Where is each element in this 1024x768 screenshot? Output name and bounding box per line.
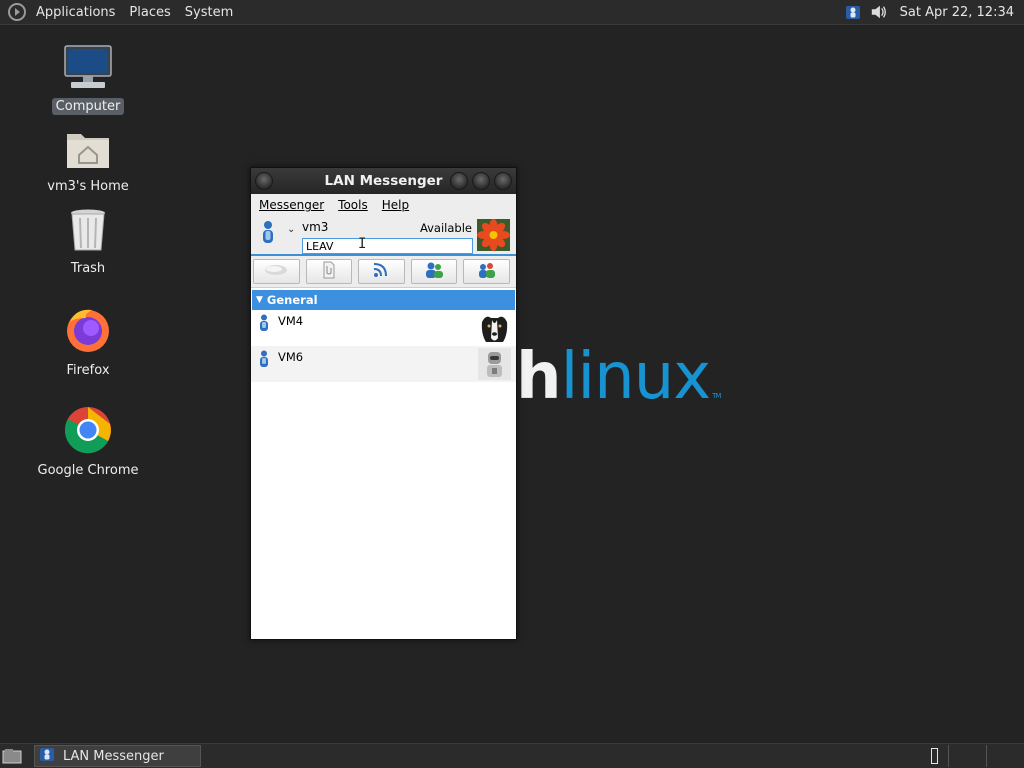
bottom-panel: LAN Messenger <box>0 743 1024 768</box>
close-button[interactable] <box>494 172 512 190</box>
chat-icon <box>264 263 288 281</box>
desktop-icon-computer[interactable]: Computer <box>28 44 148 115</box>
lan-messenger-icon <box>39 746 55 766</box>
toolbar-contacts-button[interactable] <box>463 259 510 284</box>
desktop-icon-home[interactable]: vm3's Home <box>28 128 148 195</box>
wallpaper-logo-part1: h <box>516 340 562 414</box>
menu-places[interactable]: Places <box>122 0 177 25</box>
contact-item-vm6[interactable]: VM6 <box>251 346 516 382</box>
applications-logo-icon[interactable] <box>7 2 27 22</box>
menu-messenger[interactable]: Messenger <box>255 198 328 212</box>
menu-help[interactable]: Help <box>378 198 413 212</box>
window-titlebar[interactable]: LAN Messenger <box>251 168 516 194</box>
chrome-icon <box>64 406 112 458</box>
home-folder-icon <box>65 128 111 174</box>
profile-panel: ⌄ vm3 Available I <box>251 216 516 256</box>
wallpaper-logo-tm: TM <box>712 392 721 400</box>
toolbar-file-button[interactable] <box>305 259 353 284</box>
menu-system[interactable]: System <box>178 0 240 25</box>
show-desktop-icon[interactable] <box>0 744 24 768</box>
user-name: vm3 <box>302 220 329 234</box>
desktop-icon-trash[interactable]: Trash <box>28 208 148 277</box>
wallpaper-logo-part2: linux <box>560 340 712 414</box>
robot-avatar-icon <box>478 348 511 380</box>
desktop-icon-label: Trash <box>70 261 106 276</box>
desktop-icon-chrome[interactable]: Google Chrome <box>28 406 148 479</box>
add-contact-icon <box>423 261 445 283</box>
desktop-icon-label: Firefox <box>66 363 110 378</box>
status-note-input[interactable] <box>302 238 473 254</box>
lan-messenger-window: LAN Messenger Messenger Tools Help ⌄ vm3… <box>250 167 517 640</box>
contact-status-icon <box>259 350 269 371</box>
top-panel: Applications Places System Sat Apr 22, 1… <box>0 0 1024 25</box>
trash-icon <box>68 208 108 256</box>
user-avatar-flower-icon[interactable] <box>477 219 510 251</box>
contacts-icon <box>477 261 497 283</box>
toolbar <box>251 256 516 288</box>
workspace-switcher-2[interactable] <box>986 745 1024 767</box>
ibeam-cursor-icon: I <box>358 236 367 252</box>
status-person-icon[interactable] <box>261 220 275 248</box>
workspace-indicator[interactable] <box>931 748 938 764</box>
contact-item-vm4[interactable]: VM4 <box>251 310 516 346</box>
taskbar-task-label: LAN Messenger <box>63 748 164 764</box>
volume-icon[interactable] <box>870 3 888 21</box>
desktop-icon-firefox[interactable]: Firefox <box>28 306 148 379</box>
menu-applications[interactable]: Applications <box>29 0 122 25</box>
toolbar-add-contact-button[interactable] <box>410 259 458 284</box>
desktop-icon-label: Google Chrome <box>37 463 139 478</box>
workspace-switcher-1[interactable] <box>948 745 986 767</box>
wallpaper-logo: h linux TM <box>516 340 721 420</box>
network-person-icon[interactable] <box>844 3 862 21</box>
group-header-general[interactable]: ▼ General <box>252 290 515 310</box>
group-label: General <box>266 293 318 307</box>
broadcast-icon <box>372 262 390 282</box>
taskbar-lan-messenger[interactable]: LAN Messenger <box>34 745 201 767</box>
status-dropdown-icon[interactable]: ⌄ <box>287 224 295 235</box>
desktop-icon-label: Computer <box>51 98 125 115</box>
dog-avatar-icon <box>478 312 511 344</box>
expand-triangle-icon: ▼ <box>256 295 263 305</box>
maximize-button[interactable] <box>472 172 490 190</box>
menu-tools[interactable]: Tools <box>334 198 372 212</box>
desktop-icon-label: vm3's Home <box>47 179 129 194</box>
firefox-icon <box>64 306 112 358</box>
user-status[interactable]: Available <box>420 221 472 235</box>
toolbar-broadcast-button[interactable] <box>358 259 405 284</box>
contact-name: VM6 <box>278 350 304 364</box>
computer-icon <box>63 44 113 94</box>
file-transfer-icon <box>322 261 336 283</box>
contact-name: VM4 <box>278 314 304 328</box>
window-menu-button[interactable] <box>255 172 273 190</box>
clock[interactable]: Sat Apr 22, 12:34 <box>892 5 1024 20</box>
contact-status-icon <box>259 314 269 335</box>
toolbar-chat-button[interactable] <box>253 259 300 284</box>
menubar: Messenger Tools Help <box>251 194 516 216</box>
minimize-button[interactable] <box>450 172 468 190</box>
